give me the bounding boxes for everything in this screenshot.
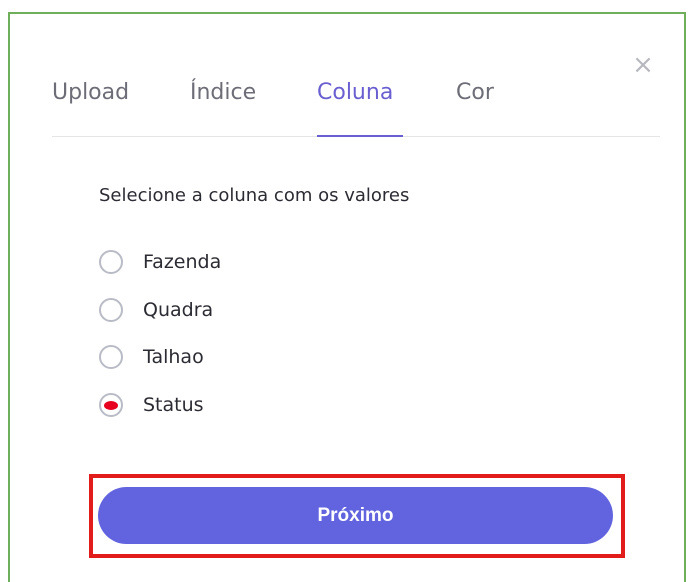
tab-upload[interactable]: Upload [52, 80, 129, 105]
selected-dot-icon [104, 400, 118, 410]
radio-option-quadra[interactable]: Quadra [99, 295, 213, 325]
next-button[interactable]: Próximo [98, 487, 613, 544]
radio-option-fazenda[interactable]: Fazenda [99, 247, 221, 277]
radio-button[interactable] [99, 298, 123, 322]
radio-label: Quadra [143, 299, 214, 321]
tab-bar: Upload Índice Coluna Cor [52, 76, 660, 137]
radio-option-talhao[interactable]: Talhao [99, 342, 204, 372]
tab-cor[interactable]: Cor [456, 80, 494, 105]
column-selection-modal: × Upload Índice Coluna Cor Selecione a c… [8, 12, 686, 582]
active-tab-indicator [317, 135, 403, 137]
radio-button[interactable] [99, 345, 123, 369]
radio-label: Fazenda [143, 251, 222, 273]
top-strip [0, 0, 689, 12]
tab-coluna[interactable]: Coluna [317, 80, 393, 105]
tab-indice[interactable]: Índice [190, 80, 256, 105]
radio-label: Status [143, 394, 204, 416]
radio-button[interactable] [99, 250, 123, 274]
radio-button-selected[interactable] [99, 393, 123, 417]
column-prompt: Selecione a coluna com os valores [99, 185, 410, 206]
radio-option-status[interactable]: Status [99, 390, 204, 420]
radio-label: Talhao [143, 346, 204, 368]
